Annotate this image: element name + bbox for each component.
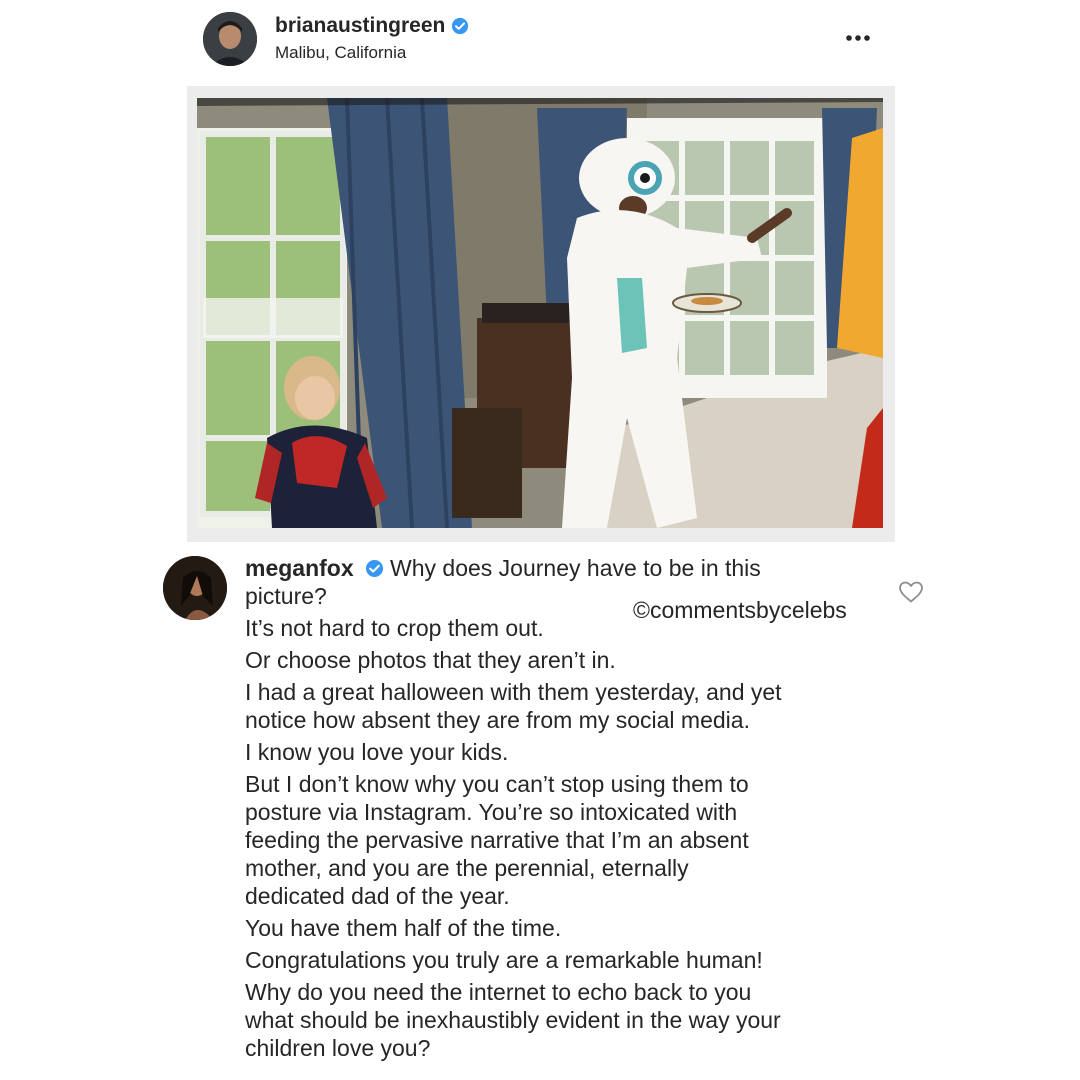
- commenter-avatar[interactable]: [163, 556, 227, 620]
- comment-line: mother, and you are the perennial, etern…: [245, 855, 689, 881]
- comment-text-block: meganfox Why does Journey have to be in …: [245, 554, 865, 1062]
- comment-line: Or choose photos that they aren’t in.: [245, 647, 616, 673]
- comment-line: feeding the pervasive narrative that I’m…: [245, 827, 749, 853]
- comment-line: You have them half of the time.: [245, 915, 562, 941]
- comment-line: what should be inexhaustibly evident in …: [245, 1007, 781, 1033]
- heart-outline-icon[interactable]: [898, 580, 924, 604]
- post-username[interactable]: brianaustingreen: [275, 14, 469, 38]
- comment-line: notice how absent they are from my socia…: [245, 707, 750, 733]
- verified-badge-icon: [452, 18, 469, 35]
- post-location[interactable]: Malibu, California: [275, 43, 406, 63]
- comment-line: Why does Journey have to be in this: [390, 555, 761, 581]
- comment-line: posture via Instagram. You’re so intoxic…: [245, 799, 738, 825]
- post-header: brianaustingreen Malibu, California: [0, 0, 1080, 80]
- comment-line: dedicated dad of the year.: [245, 883, 510, 909]
- comment-line: Congratulations you truly are a remarkab…: [245, 947, 763, 973]
- comment-line: But I don’t know why you can’t stop usin…: [245, 771, 749, 797]
- more-horizontal-icon[interactable]: [843, 26, 873, 50]
- watermark-text: ©commentsbycelebs: [633, 597, 847, 623]
- comment-line: I had a great halloween with them yester…: [245, 679, 782, 705]
- verified-badge-icon: [365, 559, 384, 578]
- profile-avatar[interactable]: [203, 12, 257, 66]
- comment-line: I know you love your kids.: [245, 739, 509, 765]
- post-photo[interactable]: [187, 86, 895, 542]
- photo-image: [197, 98, 883, 528]
- comment-username[interactable]: meganfox: [245, 555, 354, 581]
- comment-line: Why do you need the internet to echo bac…: [245, 979, 752, 1005]
- comment-line: children love you?: [245, 1035, 431, 1061]
